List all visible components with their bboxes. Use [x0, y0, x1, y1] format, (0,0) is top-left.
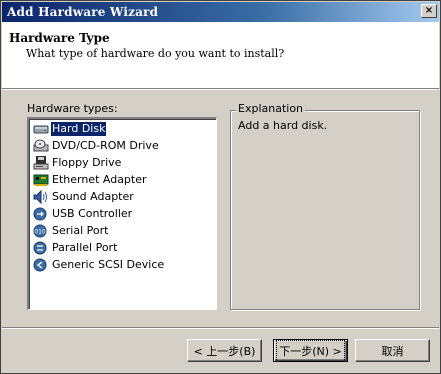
hard-disk-icon	[33, 122, 49, 136]
list-item-sound-adapter[interactable]: Sound Adapter	[33, 189, 135, 205]
speaker-icon	[33, 189, 49, 205]
hardware-types-list[interactable]: Hard Disk DVD/CD-ROM Drive Floppy Drive …	[27, 117, 217, 310]
next-button-label: 下一步(N) >	[276, 339, 345, 362]
parallel-port-icon	[33, 241, 49, 255]
list-item-parallel-port[interactable]: Parallel Port	[33, 240, 118, 256]
cancel-button[interactable]: 取消	[355, 339, 430, 362]
list-item-floppy-drive[interactable]: Floppy Drive	[33, 155, 122, 171]
list-item-label: Hard Disk	[49, 121, 108, 137]
explanation-text: Add a hard disk.	[238, 119, 328, 132]
list-item-label: Parallel Port	[52, 241, 118, 254]
list-item-label: Sound Adapter	[52, 190, 134, 203]
add-hardware-wizard-window: Add Hardware Wizard × Hardware Type What…	[0, 0, 441, 374]
usb-icon	[33, 207, 49, 221]
list-item-label: Serial Port	[52, 224, 109, 237]
explanation-legend: Explanation	[236, 102, 306, 115]
wizard-header: Hardware Type What type of hardware do y…	[2, 22, 439, 88]
ethernet-adapter-icon	[33, 173, 49, 187]
footer-divider	[2, 327, 439, 329]
list-item-ethernet-adapter[interactable]: Ethernet Adapter	[33, 172, 148, 188]
close-icon: ×	[424, 5, 434, 16]
scsi-device-icon	[33, 258, 49, 272]
hardware-types-label: Hardware types:	[27, 102, 118, 115]
header-divider	[2, 88, 439, 90]
next-button[interactable]: 下一步(N) >	[273, 339, 348, 362]
list-item-label: USB Controller	[52, 207, 133, 220]
serial-port-icon: 010	[33, 224, 49, 238]
list-item-serial-port[interactable]: 010 Serial Port	[33, 223, 109, 239]
floppy-drive-icon	[33, 156, 49, 170]
list-item-label: Generic SCSI Device	[52, 258, 165, 271]
svg-text:010: 010	[34, 229, 46, 236]
cancel-button-label: 取消	[381, 344, 404, 358]
back-button[interactable]: < 上一步(B)	[187, 339, 262, 362]
list-item-label: Ethernet Adapter	[52, 173, 147, 186]
list-item-label: Floppy Drive	[52, 156, 122, 169]
page-title: Hardware Type	[9, 31, 110, 45]
list-item-label: DVD/CD-ROM Drive	[52, 139, 159, 152]
list-item-dvd-cdrom-drive[interactable]: DVD/CD-ROM Drive	[33, 138, 160, 154]
window-title: Add Hardware Wizard	[7, 5, 159, 19]
list-item-usb-controller[interactable]: USB Controller	[33, 206, 133, 222]
list-item-hard-disk[interactable]: Hard Disk	[33, 121, 108, 137]
page-subtitle: What type of hardware do you want to ins…	[26, 47, 285, 60]
list-item-generic-scsi-device[interactable]: Generic SCSI Device	[33, 257, 165, 273]
cdrom-drive-icon	[33, 139, 49, 153]
title-bar[interactable]: Add Hardware Wizard ×	[2, 2, 439, 22]
close-button[interactable]: ×	[421, 4, 437, 18]
back-button-label: < 上一步(B)	[193, 344, 256, 358]
explanation-groupbox	[230, 110, 420, 310]
